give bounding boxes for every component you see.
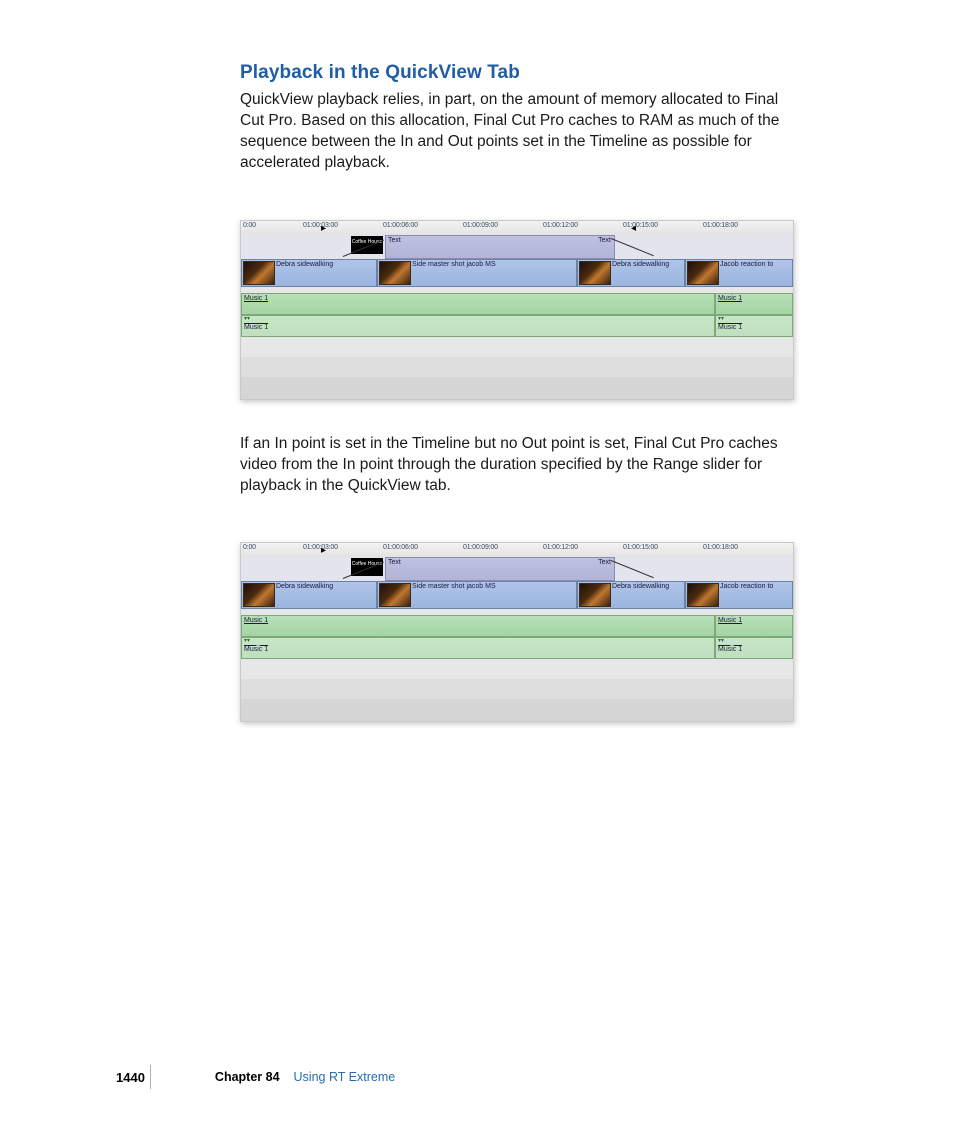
in-point-icon: ▸ [321, 223, 326, 234]
ruler-tick: 01:00:18:00 [703, 222, 738, 229]
clip-video-1: Debra sidewalking [241, 259, 377, 287]
clip-label: Side master shot jacob MS [412, 583, 496, 590]
ruler-tick: 01:00:12:00 [543, 544, 578, 551]
track-audio-2: ▾▾ Music 1 ▾▾ Music 1 [241, 637, 793, 660]
clip-label: Debra sidewalking [612, 261, 669, 268]
clip-thumbnail [687, 583, 719, 607]
clip-thumbnail [579, 583, 611, 607]
ruler-tick: 01:00:09:00 [463, 222, 498, 229]
out-point-icon: ◂ [631, 223, 636, 234]
ruler-tick: 0:00 [243, 544, 256, 551]
track-video: Debra sidewalking Side master shot jacob… [241, 581, 793, 610]
section-heading: Playback in the QuickView Tab [240, 62, 800, 84]
timeline-2: 0:00 01:00:03:00 01:00:06:00 01:00:09:00… [240, 542, 794, 722]
track-audio-1: Music 1 Music 1 [241, 615, 793, 638]
ruler-tick: 01:00:12:00 [543, 222, 578, 229]
clip-text: Text Text [385, 557, 615, 581]
clip-label: Side master shot jacob MS [412, 261, 496, 268]
figure-timeline-in-only: 0:00 01:00:03:00 01:00:06:00 01:00:09:00… [240, 542, 800, 722]
in-point-icon: ▸ [321, 545, 326, 556]
clip-thumbnail [243, 261, 275, 285]
track-video: Debra sidewalking Side master shot jacob… [241, 259, 793, 288]
body-paragraph-1: QuickView playback relies, in part, on t… [240, 90, 800, 174]
clip-audio-1-right: Music 1 [715, 615, 793, 637]
body-paragraph-2: If an In point is set in the Timeline bu… [240, 434, 800, 497]
track-text: Text Text Coffee House [241, 235, 793, 260]
timeline-1: 0:00 01:00:03:00 01:00:06:00 01:00:09:00… [240, 220, 794, 400]
clip-audio-2-left: ▾▾ Music 1 [241, 315, 715, 337]
clip-label: Debra sidewalking [276, 261, 333, 268]
clip-label: Jacob reaction to [720, 261, 773, 268]
clip-label: Debra sidewalking [612, 583, 669, 590]
clip-thumbnail [379, 583, 411, 607]
clip-label-right: Text [598, 559, 611, 566]
track-audio-2: ▾▾ Music 1 ▾▾ Music 1 [241, 315, 793, 338]
clip-thumbnail [579, 261, 611, 285]
ruler-tick: 01:00:06:00 [383, 544, 418, 551]
chapter-title: Using RT Extreme [294, 1070, 396, 1084]
clip-video-3: Debra sidewalking [577, 581, 685, 609]
clip-audio-1-left: Music 1 [241, 615, 715, 637]
clip-label: Text [388, 237, 401, 244]
clip-audio-2-left: ▾▾ Music 1 [241, 637, 715, 659]
clip-thumbnail [687, 261, 719, 285]
clip-label-right: Text [598, 237, 611, 244]
clip-thumbnail [379, 261, 411, 285]
clip-video-2: Side master shot jacob MS [377, 581, 577, 609]
ruler-tick: 01:00:18:00 [703, 544, 738, 551]
ruler-tick: 0:00 [243, 222, 256, 229]
ruler-tick: 01:00:15:00 [623, 544, 658, 551]
ruler-tick: 01:00:06:00 [383, 222, 418, 229]
ruler-tick: 01:00:15:00 [623, 222, 658, 229]
track-audio-1: Music 1 Music 1 [241, 293, 793, 316]
chapter-number: Chapter 84 [215, 1070, 280, 1084]
clip-audio-2-right: ▾▾ Music 1 [715, 637, 793, 659]
clip-label: Debra sidewalking [276, 583, 333, 590]
ruler-tick: 01:00:09:00 [463, 544, 498, 551]
clip-video-3: Debra sidewalking [577, 259, 685, 287]
clip-thumbnail [243, 583, 275, 607]
clip-audio-2-right: ▾▾ Music 1 [715, 315, 793, 337]
clip-video-2: Side master shot jacob MS [377, 259, 577, 287]
clip-video-4: Jacob reaction to [685, 259, 793, 287]
clip-audio-1-right: Music 1 [715, 293, 793, 315]
clip-label: Text [388, 559, 401, 566]
page-footer: 1440 Chapter 84 Using RT Extreme [150, 1065, 894, 1089]
figure-timeline-in-out: 0:00 01:00:03:00 01:00:06:00 01:00:09:00… [240, 220, 800, 400]
clip-label: Jacob reaction to [720, 583, 773, 590]
clip-video-4: Jacob reaction to [685, 581, 793, 609]
track-text: Text Text Coffee House [241, 557, 793, 582]
clip-audio-1-left: Music 1 [241, 293, 715, 315]
page-number: 1440 [116, 1070, 145, 1085]
clip-text: Text Text [385, 235, 615, 259]
clip-video-1: Debra sidewalking [241, 581, 377, 609]
